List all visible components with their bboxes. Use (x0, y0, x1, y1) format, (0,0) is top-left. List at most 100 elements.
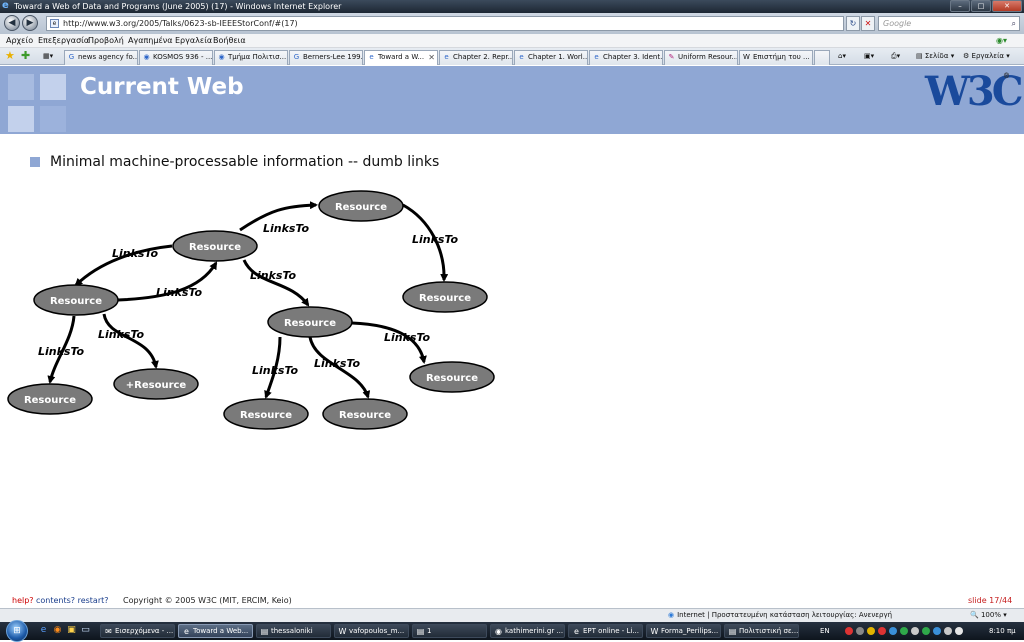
refresh-icon: ↻ (849, 19, 857, 28)
resource-label: +Resource (126, 380, 187, 391)
address-input[interactable]: e http://www.w3.org/2005/Talks/0623-sb-I… (46, 16, 844, 31)
tray-icon[interactable] (856, 627, 864, 635)
window-title-bar: e Toward a Web of Data and Programs (Jun… (0, 0, 1024, 13)
tray-icon[interactable] (889, 627, 897, 635)
tab-episteme[interactable]: W Επιστήμη του ... (739, 50, 813, 65)
clock[interactable]: 8:10 πμ (989, 622, 1016, 640)
tray-icon[interactable] (922, 627, 930, 635)
language-indicator[interactable]: EN (820, 622, 830, 640)
new-tab-button[interactable] (814, 50, 830, 65)
menu-view[interactable]: Προβολή (88, 34, 124, 48)
task-inbox[interactable]: ✉ Εισερχόμενα - ... (100, 624, 175, 638)
tools-menu-button[interactable]: ⚙ Εργαλεία ▾ (963, 49, 1010, 64)
tab-toward-a-web[interactable]: e Toward a W... ✕ (364, 50, 438, 65)
menu-favorites[interactable]: Αγαπημένα (128, 34, 173, 48)
network-icon[interactable] (944, 627, 952, 635)
slide-title: Current Web (80, 74, 244, 100)
tray-icon[interactable] (911, 627, 919, 635)
task-vafopoulos[interactable]: Wvafopoulos_m... (334, 624, 409, 638)
globe-icon: ◉ (668, 611, 675, 619)
tab-berners-lee[interactable]: G Berners-Lee 199... (289, 50, 363, 65)
quick-tabs-icon[interactable]: ▦▾ (43, 49, 53, 64)
help-link[interactable]: help? (12, 594, 34, 608)
edge-label: LinksTo (38, 345, 85, 358)
zoom-control[interactable]: 🔍 100% ▾ (970, 609, 1007, 622)
task-ept-online[interactable]: e EPT online - Li... (568, 624, 643, 638)
task-1[interactable]: ▤ 1 (412, 624, 487, 638)
minimize-button[interactable]: – (950, 0, 970, 12)
tools-menu-label: Εργαλεία (971, 52, 1005, 60)
quicklaunch-firefox-icon[interactable]: ◉ (52, 625, 63, 636)
menu-file[interactable]: Αρχείο (6, 34, 33, 48)
resource-label: Resource (335, 202, 387, 213)
close-window-button[interactable]: ✕ (992, 0, 1022, 12)
back-button[interactable]: ◀ (4, 15, 20, 31)
tab-chapter-2[interactable]: e Chapter 2. Repr... (439, 50, 513, 65)
decor-square (40, 74, 66, 100)
task-label: thessaloniki (271, 627, 313, 635)
tab-close-icon[interactable]: ✕ (428, 51, 435, 64)
task-kathimerini[interactable]: ◉ kathimerini.gr ... (490, 624, 565, 638)
tab-label: Toward a W... (378, 53, 425, 61)
start-button[interactable]: ⊞ (6, 620, 28, 642)
task-thessaloniki[interactable]: ▤ thessaloniki (256, 624, 331, 638)
tab-chapter-1[interactable]: e Chapter 1. Worl... (514, 50, 588, 65)
tray-icon[interactable] (900, 627, 908, 635)
quicklaunch-folder-icon[interactable]: ▣ (66, 625, 77, 636)
search-input[interactable]: Google ⌕ (878, 16, 1020, 31)
task-icon: e (574, 627, 579, 636)
translate-icon[interactable]: ◉▾ (996, 34, 1007, 48)
tab-uniform-resource[interactable]: ✎ Uniform Resour... (664, 50, 738, 65)
maximize-button[interactable]: □ (971, 0, 991, 12)
tab-bar: ★ ✚ ▦▾ Gnews agency fo... ◉ KOSMOS 936 - … (0, 48, 1024, 65)
contents-restart-link[interactable]: contents? restart? (36, 594, 109, 608)
stop-button[interactable]: ✕ (861, 16, 875, 31)
page-menu-button[interactable]: ▤ Σελίδα ▾ (916, 49, 954, 64)
forward-arrow-icon: ▶ (26, 18, 34, 28)
tab-chapter-3[interactable]: e Chapter 3. Ident... (589, 50, 663, 65)
menu-tools[interactable]: Εργαλεία (175, 34, 212, 48)
favorites-star-icon[interactable]: ★ (5, 49, 15, 63)
task-politistiki[interactable]: ▤ Πολιτιστική σε... (724, 624, 799, 638)
tab-icon: G (68, 53, 75, 61)
tab-label: Chapter 2. Repr... (453, 53, 513, 61)
tab-kosmos[interactable]: ◉ KOSMOS 936 - ... (139, 50, 213, 65)
menu-edit[interactable]: Επεξεργασία (38, 34, 89, 48)
system-tray (845, 625, 985, 637)
task-icon: W (338, 627, 347, 636)
home-icon[interactable]: ⌂▾ (838, 49, 846, 64)
tab-news-agency[interactable]: Gnews agency fo... (64, 50, 138, 65)
feeds-icon[interactable]: ▣▾ (864, 49, 874, 64)
w3c-logo[interactable]: W3C ® (925, 68, 1024, 115)
resource-label: Resource (240, 410, 292, 421)
tray-icon[interactable] (933, 627, 941, 635)
refresh-button[interactable]: ↻ (846, 16, 860, 31)
volume-icon[interactable] (955, 627, 963, 635)
forward-button[interactable]: ▶ (22, 15, 38, 31)
tray-icon[interactable] (867, 627, 875, 635)
task-toward-a-web[interactable]: e Toward a Web... (178, 624, 253, 638)
registered-mark: ® (1003, 71, 1010, 80)
tab-label: Chapter 3. Ident... (603, 53, 663, 61)
menu-help[interactable]: Βοήθεια (213, 34, 246, 48)
links-diagram: LinksTo LinksTo LinksTo LinksTo LinksTo … (7, 190, 495, 430)
tab-icon: e (594, 53, 599, 61)
tray-icon[interactable] (878, 627, 886, 635)
zoom-level: 100% (980, 611, 1001, 619)
task-label: Forma_Perilips... (661, 627, 719, 635)
task-forma-perilipsis[interactable]: W Forma_Perilips... (646, 624, 721, 638)
tab-label: Τμήμα Πολιτισ... (228, 53, 287, 61)
tray-icon[interactable] (845, 627, 853, 635)
quicklaunch-desktop-icon[interactable]: ▭ (80, 625, 91, 636)
security-zone[interactable]: ◉ Internet | Προστατευμένη κατάσταση λειτ… (668, 609, 892, 622)
windows-logo-icon: ⊞ (13, 626, 21, 636)
task-icon: ◉ (495, 627, 502, 636)
quicklaunch-ie-icon[interactable]: e (38, 625, 49, 636)
tab-icon: e (444, 53, 449, 61)
add-favorites-icon[interactable]: ✚ (21, 49, 30, 63)
tab-tmima-politismou[interactable]: ◉ Τμήμα Πολιτισ... (214, 50, 288, 65)
bullet-square (30, 157, 40, 167)
edge-n1-n5 (242, 259, 310, 307)
search-icon[interactable]: ⌕ (1012, 17, 1016, 30)
print-icon[interactable]: ⎙▾ (891, 49, 900, 64)
